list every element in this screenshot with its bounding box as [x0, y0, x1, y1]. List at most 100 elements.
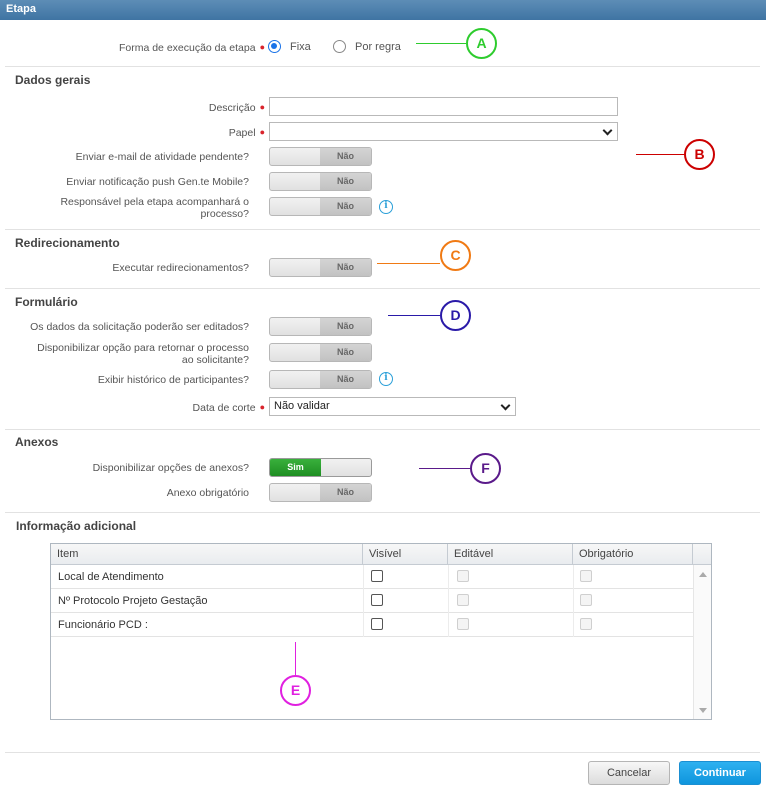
- column-separator: [448, 565, 449, 637]
- toggle-on-label: Sim: [270, 459, 321, 476]
- editable-checkbox: [457, 618, 469, 630]
- required-checkbox: [580, 618, 592, 630]
- push-toggle[interactable]: Não: [269, 172, 372, 191]
- scroll-up-icon[interactable]: [699, 572, 707, 577]
- table-cell-item: Local de Atendimento: [58, 571, 164, 583]
- table-row: Local de Atendimento: [51, 565, 693, 589]
- email-toggle[interactable]: Não: [269, 147, 372, 166]
- cancel-button[interactable]: Cancelar: [588, 761, 670, 785]
- attachments-options-label: Disponibilizar opções de anexos?: [92, 462, 249, 474]
- toggle-off-label: Não: [320, 484, 371, 501]
- visible-checkbox[interactable]: [371, 618, 383, 630]
- callout-a-line: [416, 43, 466, 44]
- cutoff-label: Data de corte ●: [192, 402, 265, 414]
- column-header-editable[interactable]: Editável: [448, 544, 573, 565]
- responsible-toggle[interactable]: Não: [269, 197, 372, 216]
- callout-f-line: [419, 468, 470, 469]
- history-toggle[interactable]: Não: [269, 370, 372, 389]
- required-marker: ●: [259, 127, 265, 137]
- divider: [5, 229, 760, 230]
- cutoff-select[interactable]: Não validar: [269, 397, 516, 416]
- toggle-off-label: Não: [320, 318, 371, 335]
- section-general-title: Dados gerais: [15, 73, 91, 87]
- section-redirect-title: Redirecionamento: [15, 236, 120, 250]
- scroll-down-icon[interactable]: [699, 708, 707, 713]
- divider: [5, 66, 760, 67]
- callout-c: C: [440, 240, 471, 271]
- description-input[interactable]: [269, 97, 618, 116]
- toggle-off-label: Não: [320, 148, 371, 165]
- table-cell-item: Funcionário PCD :: [58, 619, 148, 631]
- column-separator: [363, 565, 364, 637]
- toggle-off-label: Não: [320, 371, 371, 388]
- description-label: Descrição ●: [208, 102, 265, 114]
- chevron-down-icon: [602, 125, 613, 136]
- continue-button[interactable]: Continuar: [679, 761, 761, 785]
- callout-e-line: [295, 642, 296, 675]
- info-icon[interactable]: i: [379, 200, 393, 214]
- divider: [5, 752, 760, 753]
- push-label: Enviar notificação push Gen.te Mobile?: [66, 176, 249, 188]
- return-toggle[interactable]: Não: [269, 343, 372, 362]
- table-header: Item Visível Editável Obrigatório: [51, 544, 711, 565]
- callout-c-line: [377, 263, 440, 264]
- toggle-off-label: Não: [320, 173, 371, 190]
- section-attachments-title: Anexos: [15, 435, 59, 449]
- table-row: Nº Protocolo Projeto Gestação: [51, 589, 693, 613]
- required-marker: ●: [259, 102, 265, 112]
- toggle-off-label: Não: [320, 344, 371, 361]
- section-additional-title: Informação adicional: [16, 519, 137, 533]
- column-separator: [573, 565, 574, 637]
- section-form-title: Formulário: [15, 295, 78, 309]
- column-header-visible[interactable]: Visível: [363, 544, 448, 565]
- attachments-options-toggle[interactable]: Sim: [269, 458, 372, 477]
- attachment-required-toggle[interactable]: Não: [269, 483, 372, 502]
- form-editable-toggle[interactable]: Não: [269, 317, 372, 336]
- radio-fixa[interactable]: [268, 40, 281, 53]
- column-header-required[interactable]: Obrigatório: [573, 544, 693, 565]
- table-scrollbar[interactable]: [693, 565, 711, 719]
- fields-table: Item Visível Editável Obrigatório Local …: [50, 543, 712, 720]
- radio-por-regra[interactable]: [333, 40, 346, 53]
- callout-b-line: [636, 154, 684, 155]
- editable-checkbox: [457, 570, 469, 582]
- redirect-toggle[interactable]: Não: [269, 258, 372, 277]
- role-select[interactable]: [269, 122, 618, 141]
- required-checkbox: [580, 570, 592, 582]
- callout-e: E: [280, 675, 311, 706]
- table-cell-item: Nº Protocolo Projeto Gestação: [58, 595, 208, 607]
- divider: [5, 429, 760, 430]
- table-row: Funcionário PCD :: [51, 613, 693, 637]
- column-header-item[interactable]: Item: [51, 544, 363, 565]
- callout-f: F: [470, 453, 501, 484]
- role-label: Papel ●: [228, 127, 265, 139]
- execution-label: Forma de execução da etapa ●: [118, 42, 265, 54]
- window-title: Etapa: [0, 0, 766, 20]
- toggle-off-label: Não: [320, 198, 371, 215]
- required-marker: ●: [259, 42, 265, 52]
- form-editable-label: Os dados da solicitação poderão ser edit…: [30, 321, 249, 333]
- cutoff-select-value: Não validar: [274, 400, 330, 412]
- return-label: Disponibilizar opção para retornar o pro…: [37, 342, 249, 366]
- visible-checkbox[interactable]: [371, 594, 383, 606]
- attachment-required-label: Anexo obrigatório: [166, 487, 249, 499]
- chevron-down-icon: [500, 400, 511, 411]
- toggle-off-label: Não: [320, 259, 371, 276]
- email-label: Enviar e-mail de atividade pendente?: [75, 151, 249, 163]
- radio-fixa-label[interactable]: Fixa: [290, 41, 311, 53]
- redirect-label: Executar redirecionamentos?: [112, 262, 249, 274]
- radio-por-regra-label[interactable]: Por regra: [355, 41, 401, 53]
- required-checkbox: [580, 594, 592, 606]
- visible-checkbox[interactable]: [371, 570, 383, 582]
- editable-checkbox: [457, 594, 469, 606]
- divider: [5, 512, 760, 513]
- responsible-label: Responsável pela etapa acompanhará o proc…: [60, 196, 249, 220]
- callout-d: D: [440, 300, 471, 331]
- callout-b: B: [684, 139, 715, 170]
- required-marker: ●: [259, 402, 265, 412]
- history-label: Exibir histórico de participantes?: [97, 374, 249, 386]
- callout-d-line: [388, 315, 440, 316]
- callout-a: A: [466, 28, 497, 59]
- divider: [5, 288, 760, 289]
- info-icon[interactable]: i: [379, 372, 393, 386]
